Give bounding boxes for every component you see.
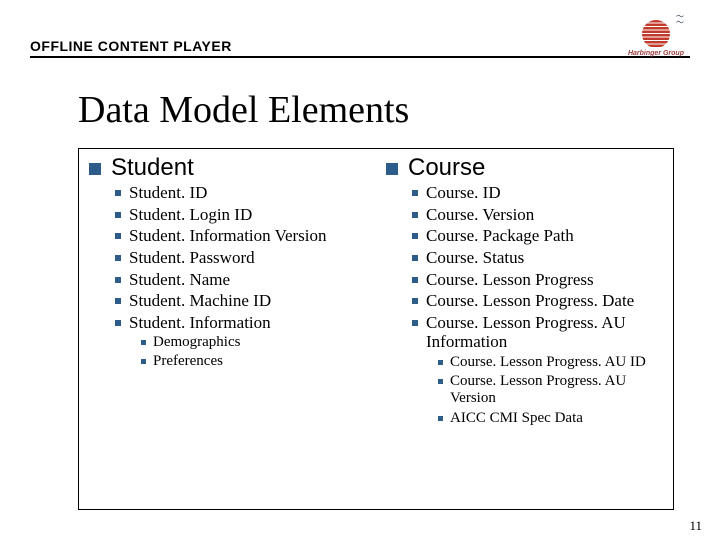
- bullet-icon: [115, 298, 121, 304]
- item-text: Course. Version: [426, 205, 534, 225]
- list-item: Student. Machine ID: [115, 291, 366, 311]
- item-text: Course. Lesson Progress: [426, 270, 594, 290]
- bullet-icon: [412, 298, 418, 304]
- list-subitem: AICC CMI Spec Data: [438, 410, 663, 427]
- slide-title: Data Model Elements: [78, 88, 409, 132]
- bullet-icon: [115, 190, 121, 196]
- item-text: Course. ID: [426, 183, 501, 203]
- list-item: Course. Lesson Progress. AU Information: [412, 313, 663, 352]
- bullet-icon: [412, 320, 418, 326]
- item-text: Student. Information Version: [129, 226, 327, 246]
- subitem-text: AICC CMI Spec Data: [450, 410, 583, 427]
- subitem-text: Demographics: [153, 334, 240, 351]
- bullet-icon: [115, 255, 121, 261]
- list-item: Student. Password: [115, 248, 366, 268]
- list-subitem: Course. Lesson Progress. AU ID: [438, 354, 663, 371]
- bullet-icon: [412, 277, 418, 283]
- bullet-icon: [115, 277, 121, 283]
- list-item: Course. Version: [412, 205, 663, 225]
- item-text: Student. Password: [129, 248, 255, 268]
- bullet-icon: [412, 233, 418, 239]
- item-text: Course. Status: [426, 248, 524, 268]
- right-column: Course Course. ID Course. Version Course…: [376, 149, 673, 509]
- bullet-icon: [386, 163, 398, 175]
- item-text: Course. Package Path: [426, 226, 574, 246]
- list-subitem: Demographics: [141, 334, 366, 351]
- list-item: Course. Lesson Progress: [412, 270, 663, 290]
- header-title: OFFLINE CONTENT PLAYER: [30, 38, 232, 54]
- content-box: Student Student. ID Student. Login ID St…: [78, 148, 674, 510]
- item-text: Course. Lesson Progress. AU Information: [426, 313, 663, 352]
- bullet-icon: [412, 212, 418, 218]
- list-item: Course. ID: [412, 183, 663, 203]
- bullet-icon: [115, 233, 121, 239]
- logo: 〜〜 Harbinger Group: [626, 20, 686, 60]
- left-column: Student Student. ID Student. Login ID St…: [79, 149, 376, 509]
- list-item: Course. Lesson Progress. Date: [412, 291, 663, 311]
- bullet-icon: [89, 163, 101, 175]
- bullet-icon: [438, 360, 443, 365]
- bullet-icon: [115, 320, 121, 326]
- page-number: 11: [689, 518, 702, 534]
- list-item: Student. ID: [115, 183, 366, 203]
- bullet-icon: [141, 359, 146, 364]
- item-text: Student. Machine ID: [129, 291, 271, 311]
- item-text: Student. Login ID: [129, 205, 252, 225]
- bullet-icon: [115, 212, 121, 218]
- list-item: Course. Status: [412, 248, 663, 268]
- item-text: Course. Lesson Progress. Date: [426, 291, 634, 311]
- list-item: Student. Login ID: [115, 205, 366, 225]
- heading-student: Student: [89, 155, 366, 181]
- heading-course: Course: [386, 155, 663, 181]
- list-subitem: Preferences: [141, 353, 366, 370]
- bullet-icon: [141, 340, 146, 345]
- subitem-text: Preferences: [153, 353, 223, 370]
- subitem-text: Course. Lesson Progress. AU ID: [450, 354, 646, 371]
- bullet-icon: [412, 190, 418, 196]
- item-text: Student. Information: [129, 313, 271, 333]
- list-item: Student. Name: [115, 270, 366, 290]
- logo-text: Harbinger Group: [628, 50, 684, 57]
- header-bar: OFFLINE CONTENT PLAYER: [30, 38, 690, 58]
- item-text: Student. Name: [129, 270, 230, 290]
- bullet-icon: [412, 255, 418, 261]
- bullet-icon: [438, 416, 443, 421]
- bird-icon: 〜〜: [676, 14, 684, 26]
- heading-text: Course: [408, 155, 485, 181]
- list-item: Student. Information: [115, 313, 366, 333]
- bullet-icon: [438, 379, 443, 384]
- subitem-text: Course. Lesson Progress. AU Version: [450, 373, 663, 408]
- list-item: Student. Information Version: [115, 226, 366, 246]
- heading-text: Student: [111, 155, 194, 181]
- item-text: Student. ID: [129, 183, 207, 203]
- logo-icon: 〜〜: [642, 20, 670, 48]
- list-subitem: Course. Lesson Progress. AU Version: [438, 373, 663, 408]
- list-item: Course. Package Path: [412, 226, 663, 246]
